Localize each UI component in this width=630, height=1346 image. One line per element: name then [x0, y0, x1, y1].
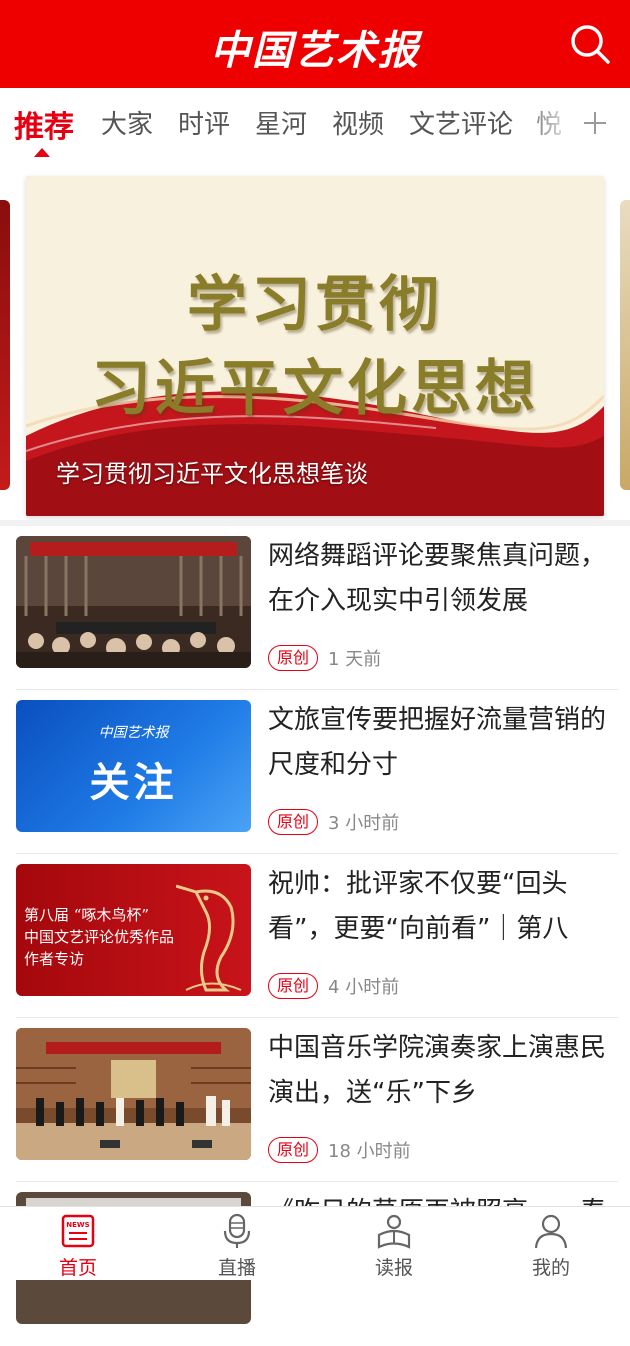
original-badge: 原创: [268, 1137, 319, 1163]
user-icon: [534, 1214, 568, 1249]
tab-commentary[interactable]: 时评: [178, 104, 230, 141]
news-item[interactable]: 网络舞蹈评论要聚焦真问题，在介入现实中引领发展 原创 1 天前: [0, 526, 630, 690]
thumbnail-label: 关注: [89, 760, 178, 806]
nav-label: 直播: [217, 1257, 256, 1279]
banner-headline-line1: 学习贯彻: [187, 270, 443, 340]
tab-video[interactable]: 视频: [332, 104, 384, 141]
app-logo: 中国艺术报: [210, 27, 420, 74]
news-item[interactable]: 中国音乐学院演奏家上演惠民演出，送“乐”下乡 原创 18 小时前: [0, 1018, 630, 1182]
next-slide-peek[interactable]: [620, 200, 630, 490]
woodpecker-graphic: [176, 884, 242, 992]
nav-label: 读报: [374, 1257, 413, 1279]
banner-slide[interactable]: 学习贯彻 习近平文化思想 学习贯彻习近平文化思想笔谈: [26, 176, 604, 516]
news-thumbnail: [16, 1028, 251, 1160]
news-thumbnail: [16, 536, 251, 668]
thumbnail-line: 中国文艺评论优秀作品: [24, 928, 175, 946]
news-time: 3 小时前: [328, 813, 400, 834]
tab-recommend[interactable]: 推荐: [14, 102, 74, 146]
banner-carousel: 学习贯彻 习近平文化思想 学习贯彻习近平文化思想笔谈: [0, 170, 630, 520]
original-badge: 原创: [268, 809, 319, 835]
news-meta: 原创 3 小时前: [268, 808, 399, 836]
microphone-icon: [223, 1213, 251, 1248]
original-badge: 原创: [268, 645, 319, 671]
nav-label: 首页: [58, 1257, 97, 1279]
thumbnail-line: 第八届 “啄木鸟杯”: [24, 906, 150, 924]
svg-text:NEWS: NEWS: [66, 1221, 89, 1229]
nav-label: 我的: [531, 1257, 570, 1279]
news-time: 1 天前: [328, 649, 382, 670]
bottom-navigation: NEWS 首页 直播 读报 我的: [0, 1206, 630, 1280]
news-icon: NEWS: [61, 1214, 95, 1248]
nav-profile[interactable]: 我的: [491, 1207, 611, 1281]
news-meta: 原创 18 小时前: [268, 1136, 411, 1164]
news-meta: 原创 4 小时前: [268, 972, 399, 1000]
news-item[interactable]: 中国艺术报 关注 文旅宣传要把握好流量营销的尺度和分寸 原创 3 小时前: [0, 690, 630, 854]
previous-slide-peek[interactable]: [0, 200, 10, 490]
add-channel-button[interactable]: [582, 102, 608, 145]
search-icon: [571, 25, 610, 64]
news-time: 4 小时前: [328, 977, 400, 998]
tab-xinghe[interactable]: 星河: [255, 104, 307, 141]
nav-read-paper[interactable]: 读报: [334, 1207, 454, 1281]
news-meta: 原创 1 天前: [268, 644, 381, 672]
news-thumbnail: 第八届 “啄木鸟杯” 中国文艺评论优秀作品 作者专访: [16, 864, 251, 996]
nav-home[interactable]: NEWS 首页: [18, 1207, 138, 1281]
tab-art-review[interactable]: 文艺评论: [409, 104, 513, 141]
nav-live[interactable]: 直播: [177, 1207, 297, 1281]
tab-dajia[interactable]: 大家: [101, 104, 153, 141]
reader-icon: [377, 1214, 411, 1249]
news-title: 中国音乐学院演奏家上演惠民演出，送“乐”下乡: [268, 1033, 607, 1108]
tab-fade: [520, 88, 590, 160]
plus-icon: [584, 112, 606, 134]
channel-tabs: 推荐 大家 时评 星河 视频 文艺评论 悦: [0, 88, 630, 160]
news-item[interactable]: 第八届 “啄木鸟杯” 中国文艺评论优秀作品 作者专访 祝帅：批评家不仅要“回头看…: [0, 854, 630, 1018]
banner-caption: 学习贯彻习近平文化思想笔谈: [56, 460, 368, 488]
news-time: 18 小时前: [328, 1141, 411, 1162]
news-title: 祝帅：批评家不仅要“回头看”，更要“向前看”｜第八届…: [268, 869, 569, 944]
original-badge: 原创: [268, 973, 319, 999]
thumbnail-brand: 中国艺术报: [98, 725, 169, 741]
thumbnail-line: 作者专访: [24, 950, 85, 968]
active-tab-indicator: [34, 148, 50, 157]
news-thumbnail: 中国艺术报 关注: [16, 700, 251, 832]
search-button[interactable]: [568, 22, 612, 66]
news-title: 文旅宣传要把握好流量营销的尺度和分寸: [268, 705, 607, 780]
banner-headline-line2: 习近平文化思想: [91, 354, 539, 424]
app-header: 中国艺术报: [0, 0, 630, 88]
news-title: 网络舞蹈评论要聚焦真问题，在介入现实中引领发展: [268, 541, 607, 616]
